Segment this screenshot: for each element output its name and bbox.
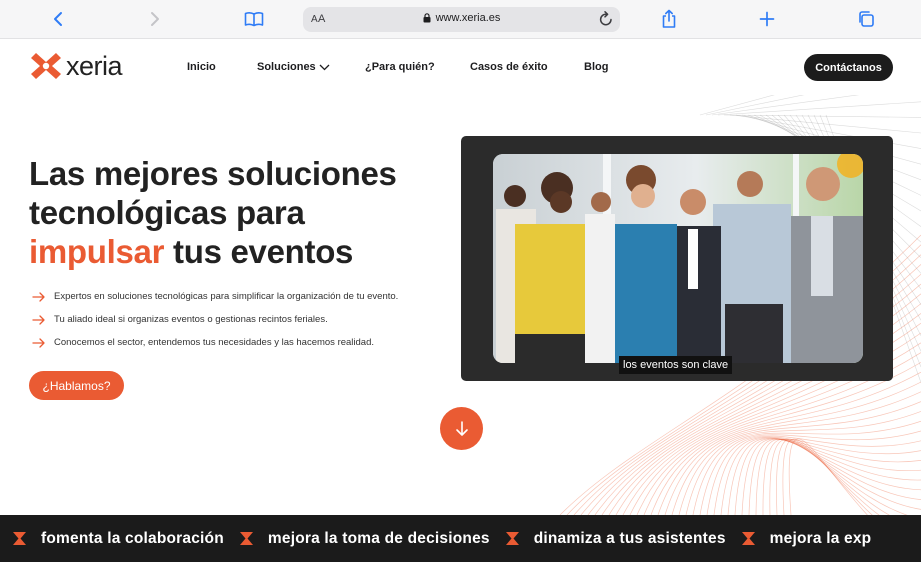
wave-line bbox=[705, 95, 805, 116]
headline-accent: impulsar bbox=[29, 233, 165, 270]
arrow-right-icon bbox=[32, 314, 45, 325]
bullet-text: Expertos en soluciones tecnológicas para… bbox=[54, 291, 399, 302]
chevron-down-icon bbox=[319, 64, 330, 70]
marquee-text: fomenta la colaboración bbox=[41, 529, 224, 547]
list-item: Expertos en soluciones tecnológicas para… bbox=[32, 285, 398, 308]
nav-blog[interactable]: Blog bbox=[584, 61, 608, 73]
nav-soluciones[interactable]: Soluciones bbox=[257, 61, 330, 73]
video-caption: los eventos son clave bbox=[619, 356, 733, 374]
tabs-icon[interactable] bbox=[855, 8, 877, 30]
headline-line-1: Las mejores soluciones bbox=[29, 155, 397, 192]
nav-casos-de-exito[interactable]: Casos de éxito bbox=[470, 61, 548, 73]
site-header: xeria Inicio Soluciones ¿Para quién? Cas… bbox=[0, 39, 921, 95]
marquee-item: mejora la toma de decisiones bbox=[239, 530, 490, 548]
video-frame-people-networking[interactable] bbox=[493, 154, 863, 363]
lock-icon bbox=[423, 13, 431, 23]
arrow-down-icon bbox=[455, 420, 468, 436]
nav-para-quien[interactable]: ¿Para quién? bbox=[365, 61, 435, 73]
wave-line bbox=[782, 438, 873, 515]
wave-line bbox=[729, 114, 921, 134]
video-player[interactable] bbox=[461, 136, 893, 381]
marquee-item: fomenta la colaboración bbox=[12, 530, 224, 548]
marquee-text: mejora la exp bbox=[769, 529, 872, 547]
hourglass-icon bbox=[741, 532, 755, 545]
xeria-logo-icon bbox=[31, 53, 61, 79]
video-still-illustration bbox=[493, 154, 863, 363]
back-icon[interactable] bbox=[47, 8, 69, 30]
wave-line bbox=[711, 95, 860, 116]
headline-line-3: tus eventos bbox=[164, 233, 354, 270]
hablamos-button[interactable]: ¿Hablamos? bbox=[29, 371, 124, 400]
bullet-text: Tu aliado ideal si organizas eventos o g… bbox=[54, 314, 328, 325]
wave-line bbox=[713, 436, 921, 515]
hourglass-icon bbox=[13, 532, 26, 545]
new-tab-icon[interactable] bbox=[756, 8, 778, 30]
bookmarks-icon[interactable] bbox=[243, 8, 265, 30]
hourglass-icon bbox=[239, 532, 253, 545]
marquee-text: dinamiza a tus asistentes bbox=[533, 529, 726, 547]
marquee-item: dinamiza a tus asistentes bbox=[505, 530, 726, 548]
url-text: www.xeria.es bbox=[435, 12, 501, 24]
headline-line-2: tecnológicas para bbox=[29, 194, 305, 231]
bullet-text: Conocemos el sector, entendemos tus nece… bbox=[54, 337, 375, 348]
list-item: Conocemos el sector, entendemos tus nece… bbox=[32, 331, 398, 354]
reload-icon[interactable] bbox=[598, 10, 614, 33]
url-display[interactable]: www.xeria.es bbox=[303, 12, 620, 24]
scroll-down-button[interactable] bbox=[440, 407, 483, 450]
wave-line bbox=[671, 391, 921, 515]
marquee-text: mejora la toma de decisiones bbox=[267, 529, 490, 547]
forward-icon[interactable] bbox=[144, 8, 166, 30]
address-bar[interactable]: AA www.xeria.es bbox=[303, 7, 620, 32]
wave-line bbox=[699, 430, 921, 515]
wave-line bbox=[717, 101, 921, 116]
hourglass-icon bbox=[505, 532, 519, 545]
nav-inicio[interactable]: Inicio bbox=[187, 61, 216, 73]
brand-name: xeria bbox=[66, 50, 123, 81]
list-item: Tu aliado ideal si organizas eventos o g… bbox=[32, 308, 398, 331]
browser-toolbar: AA www.xeria.es bbox=[0, 0, 921, 39]
marquee-item: mejora la exp bbox=[741, 530, 872, 548]
share-icon[interactable] bbox=[658, 8, 680, 30]
page-bottom-strip bbox=[0, 562, 921, 576]
benefits-marquee: fomenta la colaboración mejora la toma d… bbox=[0, 515, 921, 562]
hero-headline: Las mejores soluciones tecnológicas para… bbox=[29, 154, 449, 271]
brand-logo[interactable]: xeria bbox=[29, 50, 123, 81]
arrow-right-icon bbox=[32, 291, 45, 302]
wave-line bbox=[706, 435, 921, 515]
marquee-track: fomenta la colaboración mejora la toma d… bbox=[12, 515, 886, 562]
contact-button[interactable]: Contáctanos bbox=[804, 54, 893, 81]
wave-line bbox=[741, 438, 921, 515]
hero-bullet-list: Expertos en soluciones tecnológicas para… bbox=[32, 285, 398, 354]
arrow-right-icon bbox=[32, 337, 45, 348]
nav-soluciones-label: Soluciones bbox=[257, 61, 316, 73]
